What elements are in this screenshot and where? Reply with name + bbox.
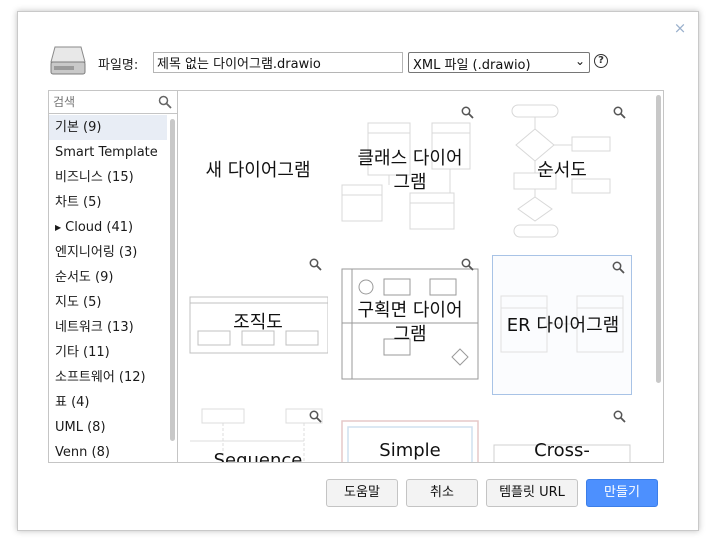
- template-tile-sequence[interactable]: Sequence: [188, 405, 328, 463]
- template-tile-flowchart[interactable]: 순서도: [492, 101, 632, 241]
- category-item-uml[interactable]: UML (8): [49, 415, 167, 440]
- chevron-down-icon: ⌄: [574, 54, 585, 68]
- category-item-smart-template[interactable]: Smart Template: [49, 140, 167, 165]
- template-label: Cross-: [534, 440, 590, 461]
- template-label: Sequence: [213, 450, 303, 463]
- template-tile-cross-functional[interactable]: Cross-: [492, 405, 632, 462]
- format-selected-value: XML 파일 (.drawio): [413, 58, 531, 73]
- filename-input[interactable]: [153, 52, 403, 73]
- category-item-engineering[interactable]: 엔지니어링 (3): [49, 240, 167, 265]
- category-item-other[interactable]: 기타 (11): [49, 340, 167, 365]
- expand-triangle-icon: ▶: [55, 223, 62, 232]
- template-grid: 새 다이어그램 클래스 다이어그램 순서도 조직도 구획면 다이어그램 ER 다…: [178, 90, 664, 463]
- template-label: 구획면 다이어그램: [357, 300, 463, 345]
- drive-icon: [50, 46, 86, 75]
- template-tile-swimlane[interactable]: 구획면 다이어그램: [340, 253, 480, 393]
- help-button[interactable]: 도움말: [326, 479, 398, 507]
- template-url-button[interactable]: 템플릿 URL: [486, 479, 578, 507]
- template-label: Simple: [379, 440, 441, 461]
- format-select[interactable]: XML 파일 (.drawio) ⌄: [408, 52, 590, 73]
- category-list: 기본 (9) Smart Template 비즈니스 (15) 차트 (5) ▶…: [49, 115, 167, 462]
- template-tile-er-diagram[interactable]: ER 다이어그램: [492, 255, 632, 395]
- search-icon[interactable]: [158, 95, 172, 109]
- template-tile-class-diagram[interactable]: 클래스 다이어그램: [340, 101, 480, 241]
- help-icon[interactable]: ?: [594, 54, 608, 68]
- create-button[interactable]: 만들기: [586, 479, 658, 507]
- template-tile-org-chart[interactable]: 조직도: [188, 253, 328, 393]
- category-item-basic[interactable]: 기본 (9): [49, 115, 167, 140]
- filename-label: 파일명:: [98, 58, 139, 73]
- template-label: 조직도: [233, 312, 283, 333]
- template-label: 순서도: [537, 160, 587, 181]
- category-item-charts[interactable]: 차트 (5): [49, 190, 167, 215]
- category-sidebar: 기본 (9) Smart Template 비즈니스 (15) 차트 (5) ▶…: [48, 90, 178, 463]
- category-item-network[interactable]: 네트워크 (13): [49, 315, 167, 340]
- category-item-cloud[interactable]: ▶ Cloud (41): [49, 215, 167, 240]
- category-item-business[interactable]: 비즈니스 (15): [49, 165, 167, 190]
- category-item-flowchart[interactable]: 순서도 (9): [49, 265, 167, 290]
- template-label: 새 다이어그램: [205, 160, 311, 181]
- template-label: ER 다이어그램: [506, 315, 620, 336]
- cancel-button[interactable]: 취소: [406, 479, 478, 507]
- category-item-software[interactable]: 소프트웨어 (12): [49, 365, 167, 390]
- category-item-tables[interactable]: 표 (4): [49, 390, 167, 415]
- search-box: [49, 91, 177, 114]
- template-grid-scrollbar[interactable]: [656, 95, 661, 383]
- template-label: 클래스 다이어그램: [357, 148, 463, 193]
- template-tile-blank[interactable]: 새 다이어그램: [188, 101, 328, 241]
- close-icon[interactable]: ×: [672, 20, 688, 36]
- category-item-venn[interactable]: Venn (8): [49, 440, 167, 462]
- category-item-maps[interactable]: 지도 (5): [49, 290, 167, 315]
- template-tile-simple[interactable]: Simple: [340, 405, 480, 462]
- sidebar-scrollbar[interactable]: [170, 119, 175, 441]
